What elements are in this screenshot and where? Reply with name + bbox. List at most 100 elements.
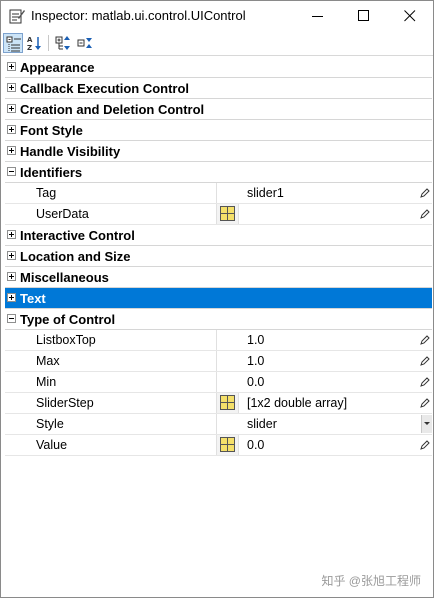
category-row[interactable]: Identifiers [5,162,432,183]
category-row[interactable]: Creation and Deletion Control [5,99,432,120]
inspector-window: Inspector: matlab.ui.control.UIControl A… [0,0,434,598]
window-title: Inspector: matlab.ui.control.UIControl [31,8,246,23]
property-name: Style [36,417,64,431]
category-label: Location and Size [20,249,131,264]
category-row[interactable]: Callback Execution Control [5,78,432,99]
property-name: SliderStep [36,396,94,410]
table-editor-icon [220,206,235,221]
expand-icon[interactable] [7,272,16,281]
categorized-view-button[interactable] [3,33,23,53]
category-label: Callback Execution Control [20,81,190,96]
collapse-icon[interactable] [7,314,16,323]
property-value[interactable]: 1.0 [247,354,264,369]
property-row[interactable]: Tag slider1 [5,183,432,204]
property-name: ListboxTop [36,333,96,347]
table-editor-icon [220,437,235,452]
inspector-icon [9,9,25,24]
category-row[interactable]: Text [5,288,432,309]
property-value[interactable]: slider [247,417,277,432]
minimize-button[interactable] [295,1,341,31]
property-row[interactable]: Min 0.0 [5,372,432,393]
title-bar[interactable]: Inspector: matlab.ui.control.UIControl [1,1,433,31]
close-button[interactable] [387,1,433,31]
category-row[interactable]: Interactive Control [5,225,432,246]
category-label: Text [20,291,46,306]
category-label: Handle Visibility [20,144,121,159]
row-gutter [5,393,20,413]
row-gutter [5,351,20,371]
expand-icon[interactable] [7,104,16,113]
category-label: Interactive Control [20,228,135,243]
expand-icon[interactable] [7,230,16,239]
row-gutter [5,183,20,203]
expand-all-icon [55,36,70,50]
property-row[interactable]: ListboxTop 1.0 [5,330,432,351]
category-label: Identifiers [20,165,83,180]
expand-icon[interactable] [7,125,16,134]
category-label: Creation and Deletion Control [20,102,205,117]
category-row[interactable]: Type of Control [5,309,432,330]
watermark: 知乎 @张旭工程师 [321,574,421,588]
open-table-editor-button[interactable] [217,393,239,413]
expand-icon[interactable] [7,251,16,260]
property-row[interactable]: Style slider [5,414,432,435]
category-label: Type of Control [20,312,116,327]
property-name-cell[interactable]: Style [20,414,217,434]
expand-icon[interactable] [7,83,16,92]
pencil-icon[interactable] [420,209,430,219]
pencil-icon[interactable] [420,398,430,408]
property-value[interactable]: slider1 [247,186,284,201]
maximize-button[interactable] [341,1,387,31]
expand-icon[interactable] [7,146,16,155]
property-value[interactable]: 1.0 [247,333,264,348]
property-row[interactable]: SliderStep [1x2 double array] [5,393,432,414]
open-table-editor-button[interactable] [217,435,239,455]
pencil-icon[interactable] [420,356,430,366]
alphabetical-sort-button[interactable]: A Z [25,33,45,53]
style-dropdown-button[interactable] [421,415,432,433]
property-row[interactable]: Max 1.0 [5,351,432,372]
category-label: Appearance [20,60,95,75]
collapse-all-button[interactable] [75,33,95,53]
property-value[interactable]: 0.0 [247,438,264,453]
property-name-cell[interactable]: SliderStep [20,393,217,413]
category-row[interactable]: Handle Visibility [5,141,432,162]
property-value[interactable]: [1x2 double array] [247,396,347,411]
property-name: Max [36,354,60,368]
category-row[interactable]: Font Style [5,120,432,141]
pencil-icon[interactable] [420,188,430,198]
property-name-cell[interactable]: Max [20,351,217,371]
svg-text:A: A [27,36,33,44]
category-row[interactable]: Miscellaneous [5,267,432,288]
category-label: Miscellaneous [20,270,109,285]
pencil-icon[interactable] [420,335,430,345]
collapse-all-icon [77,38,92,48]
property-name-cell[interactable]: UserData [20,204,217,224]
property-name-cell[interactable]: Tag [20,183,217,203]
property-name-cell[interactable]: Min [20,372,217,392]
row-gutter [5,330,20,350]
pencil-icon[interactable] [420,377,430,387]
category-row[interactable]: Appearance [5,57,432,78]
close-icon [404,10,416,22]
row-gutter [5,204,20,224]
toolbar-separator [48,35,49,51]
property-name-cell[interactable]: Value [20,435,217,455]
expand-icon[interactable] [7,62,16,71]
property-row[interactable]: UserData [5,204,432,225]
property-name: Tag [36,186,57,200]
property-grid: Appearance Callback Execution Control Crea… [5,57,432,457]
row-gutter [5,372,20,392]
collapse-icon[interactable] [7,167,16,176]
minimize-icon [312,16,323,17]
expand-icon[interactable] [7,293,16,302]
expand-all-button[interactable] [53,33,73,53]
category-label: Font Style [20,123,83,138]
property-value[interactable]: 0.0 [247,375,264,390]
property-name-cell[interactable]: ListboxTop [20,330,217,350]
open-table-editor-button[interactable] [217,204,239,224]
category-row[interactable]: Location and Size [5,246,432,267]
pencil-icon[interactable] [420,440,430,450]
property-name: UserData [36,207,89,221]
property-row[interactable]: Value 0.0 [5,435,432,456]
